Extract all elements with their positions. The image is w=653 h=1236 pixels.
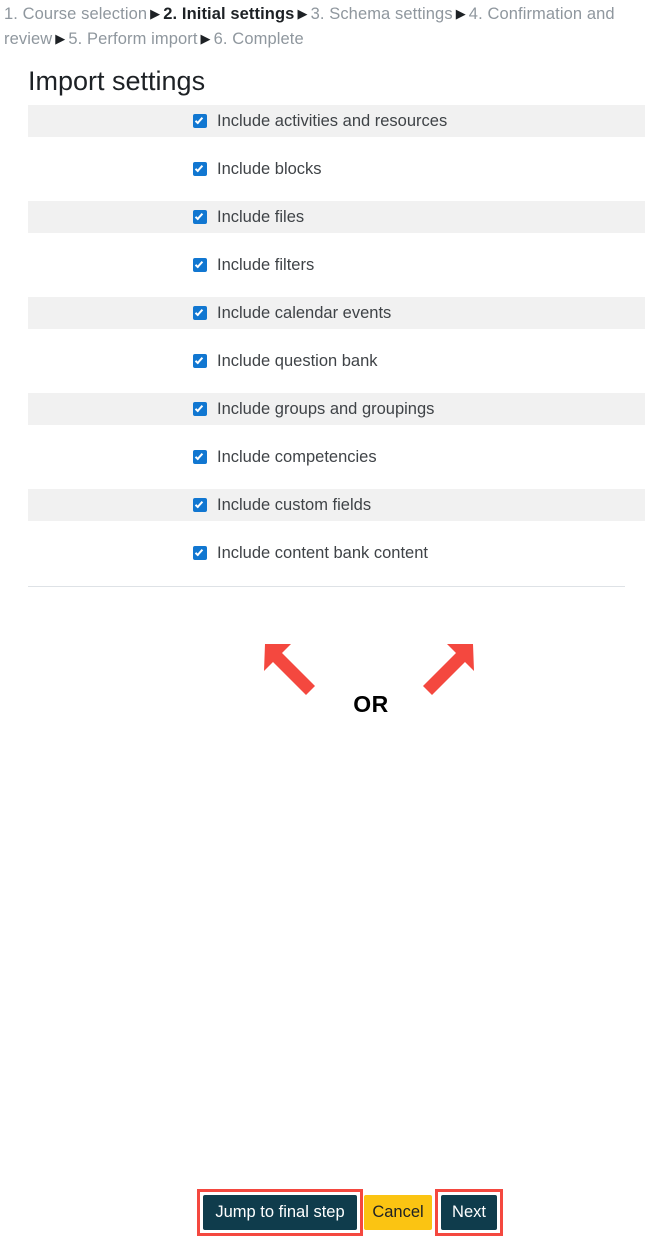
divider [28, 586, 625, 587]
setting-control[interactable]: Include blocks [193, 153, 322, 185]
setting-label: Include content bank content [217, 544, 428, 562]
setting-row: Include filters [28, 249, 645, 297]
breadcrumb-separator-icon: ▶ [55, 31, 66, 46]
checkbox-checked-icon[interactable] [193, 306, 207, 320]
setting-control[interactable]: Include competencies [193, 441, 377, 473]
checkbox-checked-icon[interactable] [193, 354, 207, 368]
setting-control[interactable]: Include activities and resources [193, 105, 447, 137]
breadcrumb: 1. Course selection ▶ 2. Initial settings ▶… [4, 2, 644, 52]
setting-row: Include groups and groupings [28, 393, 645, 441]
setting-row: Include calendar events [28, 297, 645, 345]
arrow-right-icon [423, 644, 474, 695]
setting-row: Include content bank content [28, 537, 645, 585]
setting-label: Include blocks [217, 160, 322, 178]
setting-row: Include custom fields [28, 489, 645, 537]
breadcrumb-separator-icon: ▶ [200, 31, 211, 46]
breadcrumb-separator-icon: ▶ [455, 6, 466, 21]
breadcrumb-separator-icon: ▶ [297, 6, 308, 21]
setting-row: Include files [28, 201, 645, 249]
breadcrumb-separator-icon: ▶ [150, 6, 161, 21]
jump-to-final-step-button[interactable]: Jump to final step [203, 1195, 357, 1230]
setting-row: Include blocks [28, 153, 645, 201]
setting-row: Include activities and resources [28, 105, 645, 153]
cancel-button[interactable]: Cancel [364, 1195, 432, 1230]
setting-label: Include custom fields [217, 496, 372, 514]
checkbox-checked-icon[interactable] [193, 450, 207, 464]
setting-control[interactable]: Include filters [193, 249, 314, 281]
import-settings-list: Include activities and resources Include … [28, 105, 645, 585]
checkbox-checked-icon[interactable] [193, 114, 207, 128]
arrow-left-icon [264, 644, 315, 695]
setting-label: Include question bank [217, 352, 378, 370]
setting-row: Include question bank [28, 345, 645, 393]
breadcrumb-step-5[interactable]: 5. Perform import [68, 30, 197, 48]
row-stripe [28, 249, 645, 281]
setting-label: Include activities and resources [217, 112, 448, 130]
checkbox-checked-icon[interactable] [193, 210, 207, 224]
checkbox-checked-icon[interactable] [193, 162, 207, 176]
breadcrumb-step-1[interactable]: 1. Course selection [4, 5, 147, 23]
setting-control[interactable]: Include groups and groupings [193, 393, 434, 425]
breadcrumb-step-6[interactable]: 6. Complete [214, 30, 304, 48]
setting-label: Include filters [217, 256, 315, 274]
button-bar: Jump to final step Cancel Next [0, 594, 653, 1236]
next-button[interactable]: Next [441, 1195, 497, 1230]
setting-control[interactable]: Include custom fields [193, 489, 371, 521]
setting-label: Include competencies [217, 448, 377, 466]
checkbox-checked-icon[interactable] [193, 402, 207, 416]
row-stripe [28, 153, 645, 185]
setting-control[interactable]: Include files [193, 201, 304, 233]
setting-control[interactable]: Include content bank content [193, 537, 428, 569]
setting-label: Include calendar events [217, 304, 392, 322]
setting-label: Include groups and groupings [217, 400, 435, 418]
breadcrumb-step-2: 2. Initial settings [163, 5, 295, 23]
checkbox-checked-icon[interactable] [193, 258, 207, 272]
checkbox-checked-icon[interactable] [193, 546, 207, 560]
row-stripe [28, 201, 645, 233]
setting-row: Include competencies [28, 441, 645, 489]
page-title: Import settings [28, 66, 206, 96]
breadcrumb-step-3[interactable]: 3. Schema settings [311, 5, 453, 23]
setting-control[interactable]: Include calendar events [193, 297, 391, 329]
setting-control[interactable]: Include question bank [193, 345, 378, 377]
setting-label: Include files [217, 208, 305, 226]
or-label: OR [353, 691, 389, 717]
checkbox-checked-icon[interactable] [193, 498, 207, 512]
